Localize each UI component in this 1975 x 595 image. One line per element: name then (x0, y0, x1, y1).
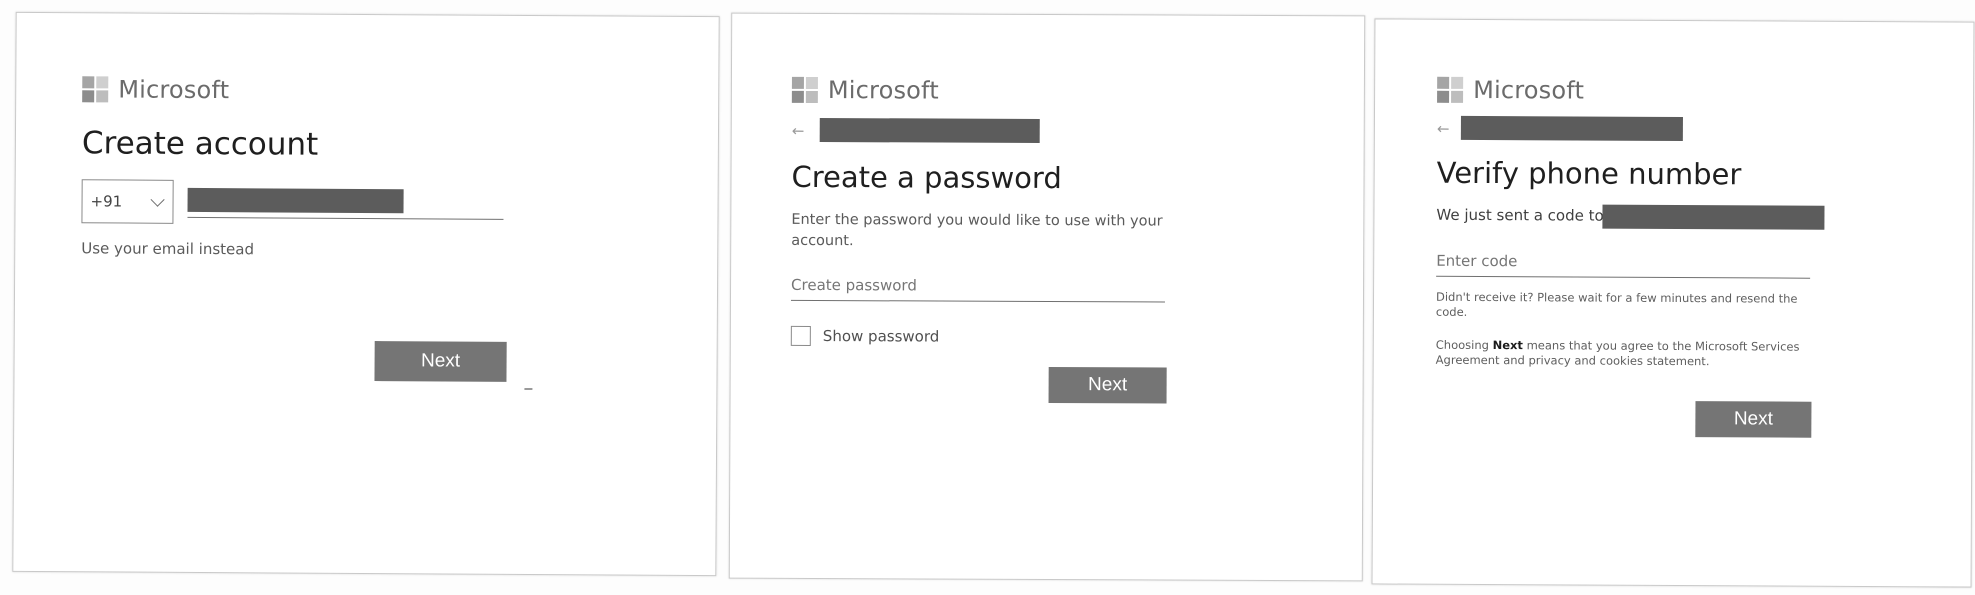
terms-statement: Choosing Next means that you agree to th… (1436, 338, 1808, 370)
microsoft-brand: Microsoft (82, 75, 229, 104)
microsoft-logo-icon (791, 76, 818, 103)
country-code-select[interactable]: +91 (81, 179, 174, 224)
page-title: Create a password (791, 159, 1062, 196)
show-password-label[interactable]: Show password (823, 327, 940, 346)
back-arrow-icon[interactable]: ← (1437, 120, 1450, 138)
code-input-underline (1436, 275, 1811, 279)
page-title: Verify phone number (1436, 155, 1742, 192)
code-sent-text: We just sent a code to (1436, 205, 1604, 225)
resend-note: Didn't receive it? Please wait for a few… (1435, 289, 1798, 319)
account-identifier-redacted (1460, 115, 1683, 142)
page-title: Create account (81, 125, 319, 163)
back-arrow-icon[interactable]: ← (792, 122, 805, 140)
country-code-value: +91 (90, 192, 123, 211)
password-instruction: Enter the password you would like to use… (791, 211, 1163, 250)
show-password-checkbox[interactable] (790, 325, 811, 346)
screenshot-collage: Microsoft Create account +91 Use your em… (0, 0, 1975, 595)
terms-text-before: Choosing (1435, 337, 1493, 353)
terms-bold-next: Next (1492, 338, 1523, 353)
password-input[interactable] (791, 273, 1152, 298)
next-button[interactable]: Next (374, 341, 507, 382)
phone-number-redacted (187, 187, 404, 214)
scan-speck (524, 387, 533, 391)
next-button[interactable]: Next (1695, 401, 1812, 438)
microsoft-brand: Microsoft (791, 76, 939, 105)
password-input-underline (790, 299, 1165, 303)
account-identifier-redacted (819, 118, 1040, 143)
microsoft-brand: Microsoft (1437, 76, 1584, 105)
brand-name: Microsoft (118, 75, 230, 105)
verify-phone-panel: Microsoft ← Verify phone number We just … (1371, 18, 1975, 588)
brand-name: Microsoft (1473, 75, 1585, 105)
brand-name: Microsoft (827, 76, 939, 105)
phone-input-underline[interactable] (187, 216, 504, 220)
create-account-panel: Microsoft Create account +91 Use your em… (12, 11, 720, 577)
create-password-panel: Microsoft ← Create a password Enter the … (728, 12, 1366, 582)
code-input[interactable] (1436, 249, 1797, 274)
microsoft-logo-icon (82, 76, 109, 103)
chevron-down-icon (150, 192, 165, 207)
phone-number-redacted (1602, 204, 1825, 230)
microsoft-logo-icon (1437, 76, 1464, 103)
use-email-link[interactable]: Use your email instead (81, 239, 254, 258)
next-button[interactable]: Next (1048, 367, 1167, 404)
